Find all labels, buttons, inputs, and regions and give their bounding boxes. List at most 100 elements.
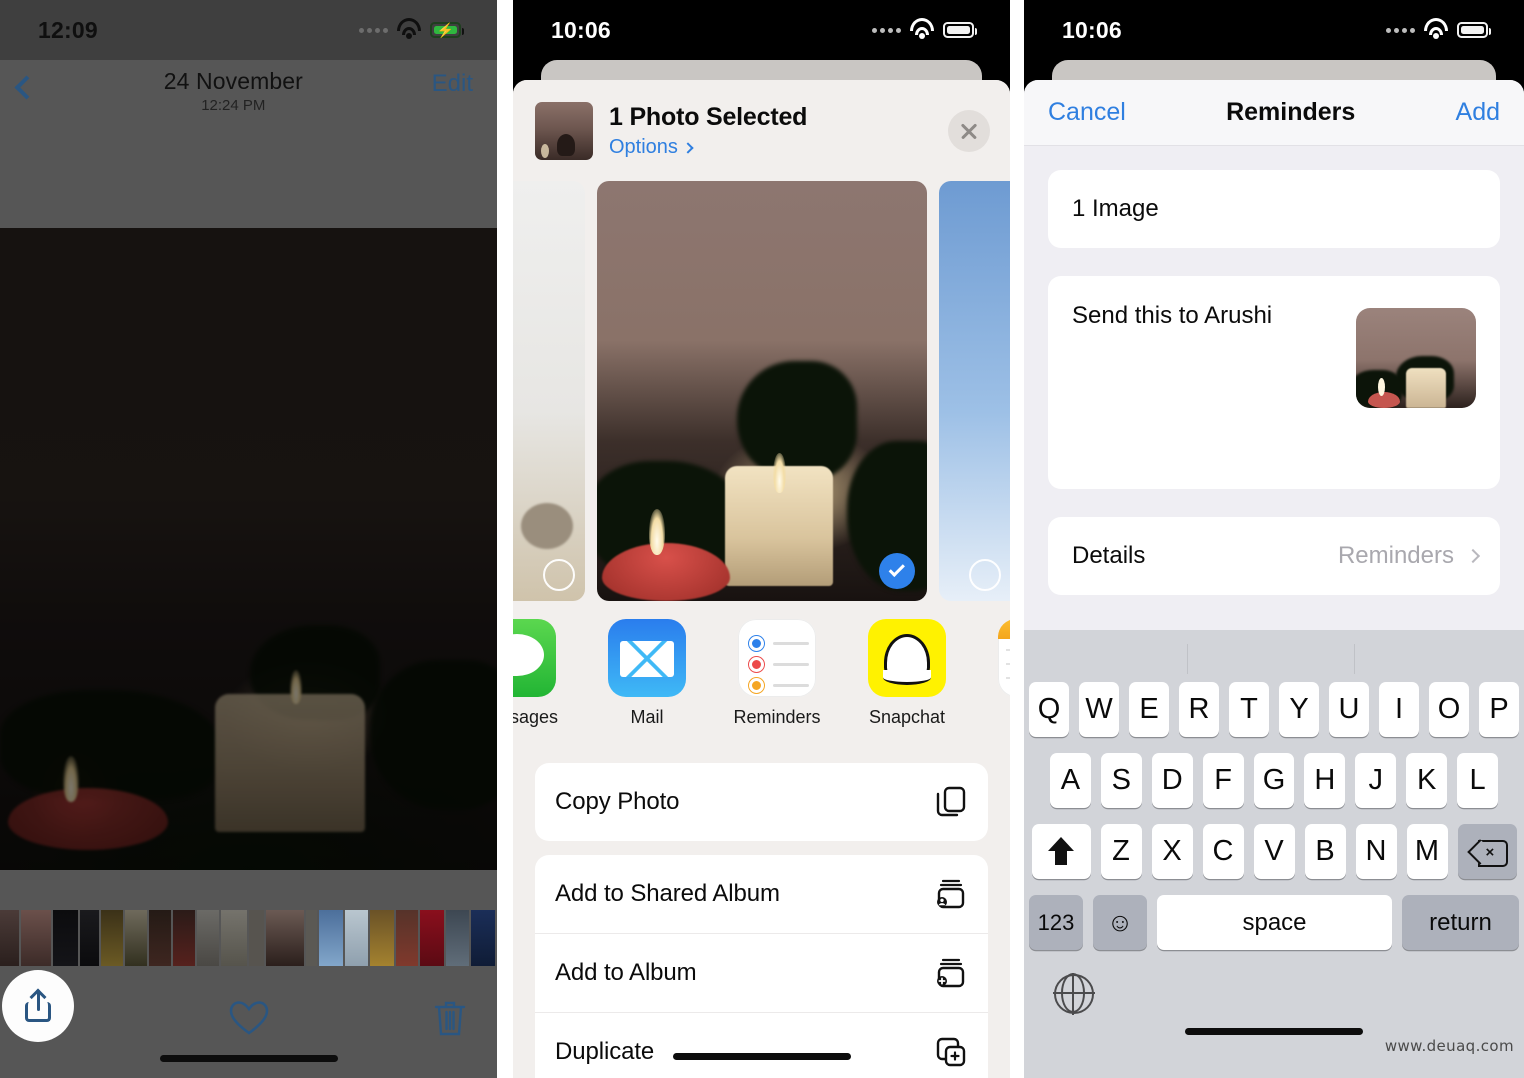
signal-dots-icon — [1386, 27, 1415, 33]
heart-icon[interactable] — [229, 1000, 269, 1036]
key-f[interactable]: F — [1202, 753, 1244, 808]
filmstrip-thumb[interactable] — [149, 910, 172, 966]
filmstrip-thumb[interactable] — [445, 910, 470, 966]
close-button[interactable] — [948, 110, 990, 152]
key-g[interactable]: G — [1253, 753, 1295, 808]
key-t[interactable]: T — [1229, 682, 1269, 737]
key-r[interactable]: R — [1179, 682, 1219, 737]
details-label: Details — [1072, 542, 1146, 569]
key-z[interactable]: Z — [1100, 824, 1142, 879]
emoji-key[interactable]: ☺ — [1093, 895, 1147, 950]
filmstrip-thumb[interactable] — [100, 910, 124, 966]
action-duplicate[interactable]: Duplicate — [535, 1012, 988, 1078]
share-target-snapchat[interactable]: Snapchat — [855, 619, 959, 728]
filmstrip-thumb-current[interactable] — [266, 910, 305, 966]
share-target-reminders[interactable]: Reminders — [725, 619, 829, 728]
photo-carousel[interactable] — [513, 178, 1010, 603]
key-c[interactable]: C — [1202, 824, 1244, 879]
carousel-photo-right[interactable] — [939, 180, 1010, 601]
action-add-album[interactable]: Add to Album — [535, 933, 988, 1012]
share-target-notes[interactable]: Notes — [985, 619, 1010, 728]
key-b[interactable]: B — [1304, 824, 1346, 879]
snapchat-icon — [868, 619, 946, 697]
filmstrip-thumb[interactable] — [125, 910, 148, 966]
key-p[interactable]: P — [1479, 682, 1519, 737]
filmstrip-thumb[interactable] — [80, 910, 99, 966]
share-target-mail[interactable]: Mail — [595, 619, 699, 728]
globe-icon[interactable] — [1053, 973, 1095, 1015]
app-label: Snapchat — [868, 707, 946, 727]
key-l[interactable]: L — [1457, 753, 1499, 808]
numbers-key[interactable]: 123 — [1029, 895, 1083, 950]
share-button[interactable] — [2, 970, 74, 1042]
key-a[interactable]: A — [1050, 753, 1091, 808]
backspace-key[interactable]: × — [1457, 824, 1517, 879]
filmstrip-thumb[interactable] — [471, 910, 496, 966]
action-add-shared-album[interactable]: Add to Shared Album — [535, 855, 988, 933]
filmstrip-thumb[interactable] — [0, 910, 19, 966]
wifi-icon — [910, 17, 934, 39]
key-i[interactable]: I — [1379, 682, 1419, 737]
carousel-photo-left[interactable] — [513, 180, 585, 601]
filmstrip-thumb[interactable] — [420, 910, 444, 966]
image-count-label: 1 Image — [1072, 195, 1159, 222]
shift-key[interactable] — [1031, 824, 1091, 879]
key-q[interactable]: Q — [1029, 682, 1069, 737]
key-e[interactable]: E — [1129, 682, 1169, 737]
status-time: 10:06 — [551, 16, 611, 43]
space-key[interactable]: space — [1157, 895, 1392, 950]
key-o[interactable]: O — [1429, 682, 1469, 737]
key-d[interactable]: D — [1151, 753, 1193, 808]
key-k[interactable]: K — [1406, 753, 1448, 808]
key-u[interactable]: U — [1329, 682, 1369, 737]
prediction-bar[interactable] — [1024, 630, 1524, 682]
return-key[interactable]: return — [1402, 895, 1519, 950]
key-w[interactable]: W — [1079, 682, 1119, 737]
filmstrip-thumb[interactable] — [344, 910, 369, 966]
add-button[interactable]: Add — [1456, 98, 1500, 127]
main-photo[interactable] — [0, 228, 497, 870]
filmstrip-thumb[interactable] — [52, 910, 79, 966]
carousel-photo-center[interactable] — [597, 180, 927, 601]
battery-icon — [943, 22, 977, 38]
selection-checkmark[interactable] — [879, 552, 915, 589]
action-label: Add to Album — [555, 959, 697, 986]
filmstrip-thumb[interactable] — [197, 910, 220, 966]
share-header-text: 1 Photo Selected Options — [609, 103, 807, 159]
filmstrip-thumb[interactable] — [248, 910, 265, 966]
status-indicators — [872, 17, 977, 39]
key-j[interactable]: J — [1355, 753, 1397, 808]
key-y[interactable]: Y — [1279, 682, 1319, 737]
action-card-albums: Add to Shared Album Add to Album Duplica… — [535, 855, 988, 1078]
selection-circle[interactable] — [543, 558, 575, 591]
details-row[interactable]: Details Reminders — [1048, 517, 1500, 595]
filmstrip-thumb[interactable] — [396, 910, 419, 966]
note-input-card[interactable]: Send this to Arushi — [1048, 276, 1500, 489]
filmstrip-thumb[interactable] — [319, 910, 343, 966]
cancel-button[interactable]: Cancel — [1048, 98, 1126, 127]
options-button[interactable]: Options — [609, 136, 807, 159]
filmstrip-thumb[interactable] — [20, 910, 51, 966]
edit-button[interactable]: Edit — [432, 70, 473, 98]
filmstrip-thumb[interactable] — [173, 910, 196, 966]
share-icon — [25, 988, 51, 1022]
filmstrip-thumb[interactable] — [221, 910, 247, 966]
share-target-messages[interactable]: Messages — [513, 619, 569, 728]
duplicate-icon — [934, 1035, 968, 1069]
action-copy-photo[interactable]: Copy Photo — [535, 763, 988, 841]
decor-pine-left — [0, 690, 220, 800]
back-button[interactable] — [14, 66, 39, 100]
key-v[interactable]: V — [1253, 824, 1295, 879]
key-h[interactable]: H — [1304, 753, 1346, 808]
key-x[interactable]: X — [1151, 824, 1193, 879]
key-n[interactable]: N — [1355, 824, 1397, 879]
selection-circle[interactable] — [969, 558, 1001, 591]
key-m[interactable]: M — [1406, 824, 1448, 879]
app-share-row[interactable]: Messages Mail Reminders Snapchat — [513, 603, 1010, 753]
filmstrip-thumb[interactable] — [370, 910, 395, 966]
filmstrip[interactable] — [0, 910, 497, 966]
filmstrip-thumb[interactable] — [306, 910, 318, 966]
selected-photo-thumbnail — [535, 102, 593, 160]
key-s[interactable]: S — [1100, 753, 1142, 808]
trash-icon[interactable] — [433, 999, 467, 1037]
